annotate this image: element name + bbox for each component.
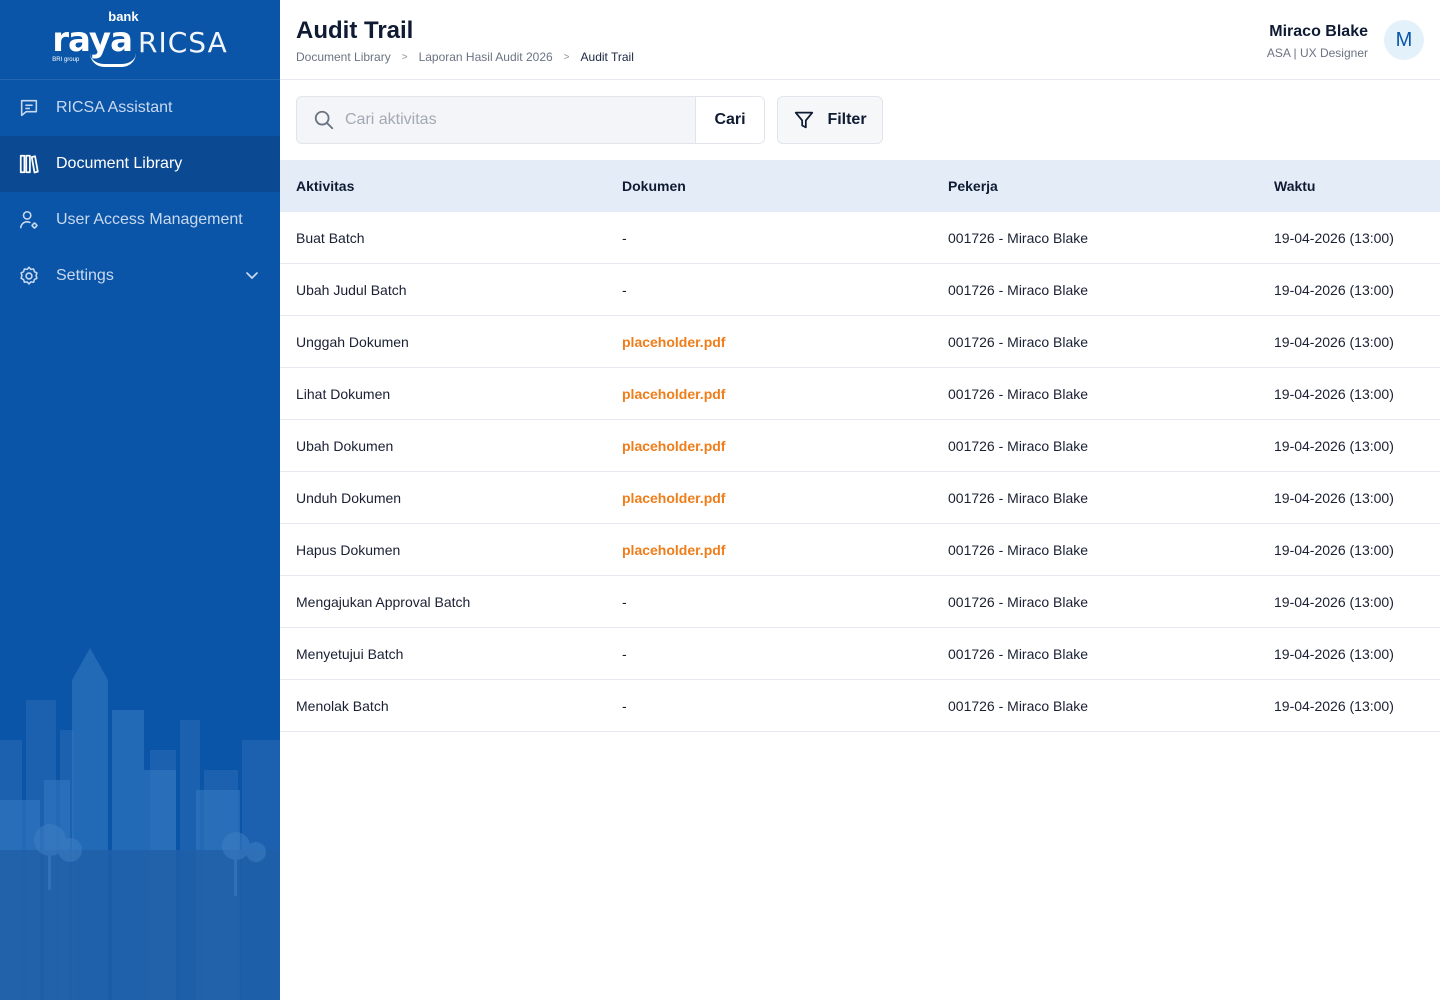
document-link[interactable]: placeholder.pdf <box>622 490 725 506</box>
cell-pekerja: 001726 - Miraco Blake <box>948 333 1089 350</box>
column-header-aktivitas: Aktivitas <box>296 178 355 194</box>
search-button[interactable]: Cari <box>695 97 764 143</box>
column-header-waktu: Waktu <box>1274 178 1316 194</box>
sidebar-item-label: Settings <box>56 267 114 284</box>
search-icon <box>314 110 334 130</box>
table-row: Buat Batch - 001726 - Miraco Blake 19-04… <box>280 212 1440 264</box>
cell-waktu: 19-04-2026 (13:00) <box>1274 229 1394 246</box>
cell-waktu: 19-04-2026 (13:00) <box>1274 489 1394 506</box>
page-title: Audit Trail <box>296 17 414 44</box>
table-header: Aktivitas Dokumen Pekerja Waktu <box>280 160 1440 212</box>
cell-waktu: 19-04-2026 (13:00) <box>1274 541 1394 558</box>
sidebar-nav: RICSA Assistant Document Library User Ac… <box>0 80 280 304</box>
user-role: ASA | UX Designer <box>1266 46 1368 60</box>
user-gear-icon <box>18 209 40 231</box>
logo-raya-text: raya <box>52 19 133 60</box>
table-row: Menolak Batch - 001726 - Miraco Blake 19… <box>280 680 1440 732</box>
sidebar-item-user-access-management[interactable]: User Access Management <box>0 192 280 248</box>
cell-pekerja: 001726 - Miraco Blake <box>948 229 1089 246</box>
cell-waktu: 19-04-2026 (13:00) <box>1274 593 1394 610</box>
table-row: Unduh Dokumen placeholder.pdf 001726 - M… <box>280 472 1440 524</box>
sidebar: bank raya BRI group RICSA RICSA Assistan… <box>0 0 280 1000</box>
cell-pekerja: 001726 - Miraco Blake <box>948 541 1089 558</box>
table-row: Ubah Judul Batch - 001726 - Miraco Blake… <box>280 264 1440 316</box>
document-link[interactable]: placeholder.pdf <box>622 334 725 350</box>
cell-waktu: 19-04-2026 (13:00) <box>1274 333 1394 350</box>
logo-bank-text: bank <box>108 8 139 24</box>
cell-waktu: 19-04-2026 (13:00) <box>1274 281 1394 298</box>
sidebar-item-label: RICSA Assistant <box>56 99 173 116</box>
logo-smile <box>90 53 137 67</box>
cell-aktivitas: Hapus Dokumen <box>296 541 401 558</box>
column-header-pekerja: Pekerja <box>948 178 998 194</box>
brand-logo[interactable]: bank raya BRI group RICSA <box>0 0 280 80</box>
cell-aktivitas: Ubah Dokumen <box>296 437 394 454</box>
cell-aktivitas: Mengajukan Approval Batch <box>296 593 471 610</box>
breadcrumb-separator: > <box>563 51 570 63</box>
avatar[interactable]: M <box>1384 20 1424 60</box>
table-row: Menyetujui Batch - 001726 - Miraco Blake… <box>280 628 1440 680</box>
cell-pekerja: 001726 - Miraco Blake <box>948 385 1089 402</box>
sidebar-item-label: Document Library <box>56 155 183 172</box>
cell-pekerja: 001726 - Miraco Blake <box>948 489 1089 506</box>
search-field-wrapper <box>297 97 695 143</box>
table-row: Unggah Dokumen placeholder.pdf 001726 - … <box>280 316 1440 368</box>
cell-dokumen: - <box>622 593 627 610</box>
search-input[interactable] <box>345 111 675 129</box>
filter-icon <box>795 111 814 129</box>
cell-aktivitas: Lihat Dokumen <box>296 385 391 402</box>
chevron-down-icon[interactable] <box>244 267 260 283</box>
cell-aktivitas: Menyetujui Batch <box>296 645 404 662</box>
audit-trail-table: Aktivitas Dokumen Pekerja Waktu Buat Bat… <box>280 160 1440 732</box>
cell-pekerja: 001726 - Miraco Blake <box>948 645 1089 662</box>
city-skyline-illustration <box>0 648 280 1000</box>
gear-icon <box>18 265 40 287</box>
search-bar: Cari <box>296 96 765 144</box>
filter-button-label: Filter <box>827 111 867 128</box>
sidebar-item-ricsa-assistant[interactable]: RICSA Assistant <box>0 80 280 136</box>
cell-pekerja: 001726 - Miraco Blake <box>948 281 1089 298</box>
cell-aktivitas: Menolak Batch <box>296 697 389 714</box>
cell-dokumen: - <box>622 697 627 714</box>
cell-waktu: 19-04-2026 (13:00) <box>1274 697 1394 714</box>
filter-button[interactable]: Filter <box>777 96 883 144</box>
cell-pekerja: 001726 - Miraco Blake <box>948 437 1089 454</box>
chat-icon <box>18 97 40 119</box>
cell-aktivitas: Unduh Dokumen <box>296 489 402 506</box>
document-link[interactable]: placeholder.pdf <box>622 438 725 454</box>
logo-group-text: BRI group <box>52 56 80 63</box>
table-row: Mengajukan Approval Batch - 001726 - Mir… <box>280 576 1440 628</box>
logo-mark: bank raya BRI group RICSA <box>52 9 228 67</box>
breadcrumb-item-document-library[interactable]: Document Library <box>296 50 391 64</box>
library-icon <box>18 153 40 175</box>
user-name: Miraco Blake <box>1269 23 1368 40</box>
cell-waktu: 19-04-2026 (13:00) <box>1274 437 1394 454</box>
cell-aktivitas: Ubah Judul Batch <box>296 281 407 298</box>
cell-aktivitas: Unggah Dokumen <box>296 333 409 350</box>
logo-product-text: RICSA <box>138 25 228 59</box>
breadcrumb-separator: > <box>401 51 408 63</box>
cell-dokumen: - <box>622 645 627 662</box>
cell-pekerja: 001726 - Miraco Blake <box>948 593 1089 610</box>
table-row: Lihat Dokumen placeholder.pdf 001726 - M… <box>280 368 1440 420</box>
sidebar-item-label: User Access Management <box>56 211 243 228</box>
cell-waktu: 19-04-2026 (13:00) <box>1274 645 1394 662</box>
breadcrumb-item-current: Audit Trail <box>580 50 634 64</box>
cell-waktu: 19-04-2026 (13:00) <box>1274 385 1394 402</box>
table-row: Hapus Dokumen placeholder.pdf 001726 - M… <box>280 524 1440 576</box>
cell-dokumen: - <box>622 281 627 298</box>
sidebar-item-document-library[interactable]: Document Library <box>0 136 280 192</box>
breadcrumb: Document Library > Laporan Hasil Audit 2… <box>296 50 634 64</box>
sidebar-item-settings[interactable]: Settings <box>0 248 280 304</box>
cell-pekerja: 001726 - Miraco Blake <box>948 697 1089 714</box>
cell-aktivitas: Buat Batch <box>296 229 365 246</box>
breadcrumb-item-laporan[interactable]: Laporan Hasil Audit 2026 <box>419 50 553 64</box>
page-header: Audit Trail Document Library > Laporan H… <box>280 0 1440 80</box>
document-link[interactable]: placeholder.pdf <box>622 386 725 402</box>
column-header-dokumen: Dokumen <box>622 178 686 194</box>
document-link[interactable]: placeholder.pdf <box>622 542 725 558</box>
table-row: Ubah Dokumen placeholder.pdf 001726 - Mi… <box>280 420 1440 472</box>
cell-dokumen: - <box>622 229 627 246</box>
